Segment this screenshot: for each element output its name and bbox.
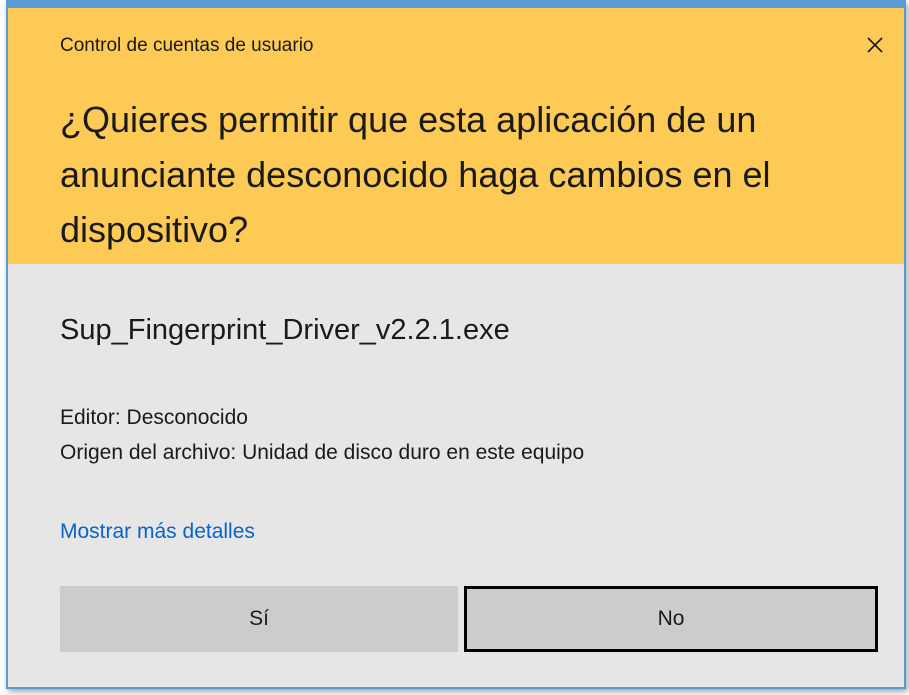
file-origin-info: Origen del archivo: Unidad de disco duro… bbox=[60, 441, 585, 464]
close-icon bbox=[867, 37, 883, 53]
publisher-info: Editor: Desconocido bbox=[60, 406, 248, 429]
yes-button-label: Sí bbox=[249, 607, 269, 630]
show-more-details-link[interactable]: Mostrar más detalles bbox=[60, 520, 255, 544]
focus-ring bbox=[469, 591, 873, 647]
dialog-header: Control de cuentas de usuario ¿Quieres p… bbox=[8, 8, 904, 264]
yes-button[interactable]: Sí bbox=[60, 586, 458, 652]
close-button[interactable] bbox=[860, 30, 890, 60]
no-button[interactable]: No bbox=[464, 586, 878, 652]
dialog-title: Control de cuentas de usuario bbox=[60, 35, 314, 56]
app-filename: Sup_Fingerprint_Driver_v2.2.1.exe bbox=[60, 314, 510, 346]
dialog-question: ¿Quieres permitir que esta aplicación de… bbox=[60, 99, 771, 250]
uac-dialog: Control de cuentas de usuario ¿Quieres p… bbox=[6, 0, 906, 689]
